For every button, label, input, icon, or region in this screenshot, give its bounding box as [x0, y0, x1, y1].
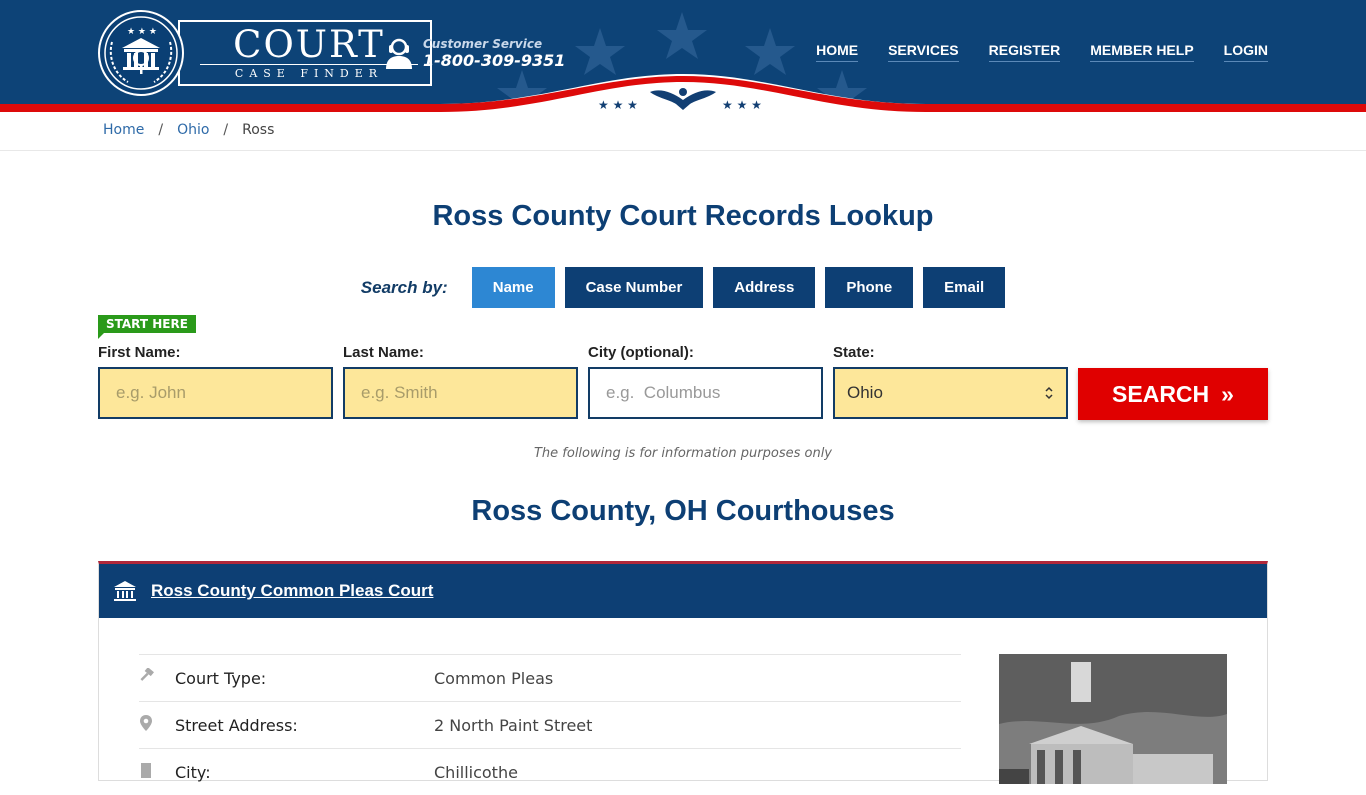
courthouse-card-header: Ross County Common Pleas Court	[99, 564, 1267, 618]
nav-member-help[interactable]: MEMBER HELP	[1090, 42, 1194, 62]
start-here-badge: START HERE	[98, 315, 196, 339]
customer-service-phone[interactable]: 1-800-309-9351	[423, 51, 565, 70]
nav-login[interactable]: LOGIN	[1223, 42, 1268, 62]
detail-row: City: Chillicothe	[139, 748, 961, 795]
detail-row: Court Type: Common Pleas	[139, 654, 961, 701]
tab-case-number[interactable]: Case Number	[564, 267, 704, 308]
customer-service[interactable]: Customer Service 1-800-309-9351	[385, 36, 565, 70]
site-header: ★ ★ ★ ★ ★ ★ ★ ★ ★ COURT CASE FINDER Cust…	[0, 0, 1366, 151]
courthouses-title: Ross County, OH Courthouses	[471, 495, 895, 527]
logo-title: COURT	[233, 23, 385, 66]
state-label: State:	[833, 344, 875, 361]
courthouse-details: Court Type: Common Pleas Street Address:…	[139, 654, 961, 795]
state-select[interactable]: Ohio	[833, 367, 1068, 419]
courthouse-icon	[114, 581, 136, 601]
nav-register[interactable]: REGISTER	[988, 42, 1061, 62]
first-name-input[interactable]	[98, 367, 333, 419]
court-case-finder-logo[interactable]: ★ ★ ★ COURT CASE FINDER	[98, 10, 432, 96]
city-input[interactable]	[588, 367, 823, 419]
street-address-label: Street Address:	[175, 715, 298, 735]
breadcrumb-separator: /	[158, 122, 164, 138]
main-nav: HOME SERVICES REGISTER MEMBER HELP LOGIN	[816, 42, 1268, 62]
tab-name[interactable]: Name	[471, 267, 555, 308]
select-updown-icon	[1045, 386, 1053, 400]
gavel-icon	[139, 667, 175, 688]
svg-text:★ ★ ★: ★ ★ ★	[722, 98, 762, 112]
city-group: City (optional):	[588, 344, 823, 419]
last-name-group: Last Name:	[343, 344, 578, 419]
double-chevron-right-icon: »	[1221, 380, 1234, 407]
map-pin-icon	[139, 714, 175, 736]
tab-phone[interactable]: Phone	[825, 267, 914, 308]
search-button-label: SEARCH	[1112, 380, 1210, 407]
search-type-tabs: Search by: Name Case Number Address Phon…	[0, 267, 1366, 308]
nav-home[interactable]: HOME	[816, 42, 859, 62]
search-by-label: Search by:	[360, 277, 448, 297]
last-name-label: Last Name:	[343, 344, 424, 361]
city-value: Chillicothe	[434, 762, 518, 782]
city-label: City (optional):	[588, 344, 694, 361]
building-icon	[139, 762, 175, 782]
state-group: State: Ohio	[833, 344, 1068, 419]
svg-text:★ ★ ★: ★ ★ ★	[598, 98, 638, 112]
page-title: Ross County Court Records Lookup	[432, 200, 934, 232]
disclaimer: The following is for information purpose…	[533, 446, 833, 461]
courthouse-photo	[999, 654, 1227, 784]
breadcrumb-home[interactable]: Home	[103, 122, 144, 138]
divider	[0, 150, 1366, 151]
street-address-value: 2 North Paint Street	[434, 715, 593, 735]
tab-email[interactable]: Email	[923, 267, 1006, 308]
svg-text:★ ★ ★: ★ ★ ★	[127, 27, 157, 37]
first-name-label: First Name:	[98, 344, 181, 361]
state-select-value: Ohio	[847, 383, 883, 402]
last-name-input[interactable]	[343, 367, 578, 419]
city-label-detail: City:	[175, 762, 211, 782]
tab-address[interactable]: Address	[713, 267, 816, 308]
courthouse-seal-icon: ★ ★ ★	[98, 10, 184, 96]
headset-agent-icon	[386, 38, 412, 69]
courthouse-card: Ross County Common Pleas Court Court Typ…	[98, 561, 1268, 784]
detail-row: Street Address: 2 North Paint Street	[139, 701, 961, 748]
customer-service-label: Customer Service	[423, 36, 543, 51]
court-type-label: Court Type:	[175, 668, 267, 688]
breadcrumb-current: Ross	[242, 122, 275, 138]
breadcrumb-ohio[interactable]: Ohio	[177, 122, 209, 138]
breadcrumb-separator: /	[223, 122, 229, 138]
nav-services[interactable]: SERVICES	[888, 42, 959, 62]
first-name-group: First Name:	[98, 344, 333, 419]
search-button[interactable]: SEARCH »	[1078, 368, 1268, 420]
courthouse-name-link[interactable]: Ross County Common Pleas Court	[151, 581, 433, 601]
breadcrumb: Home / Ohio / Ross	[103, 122, 274, 138]
court-type-value: Common Pleas	[434, 668, 554, 688]
